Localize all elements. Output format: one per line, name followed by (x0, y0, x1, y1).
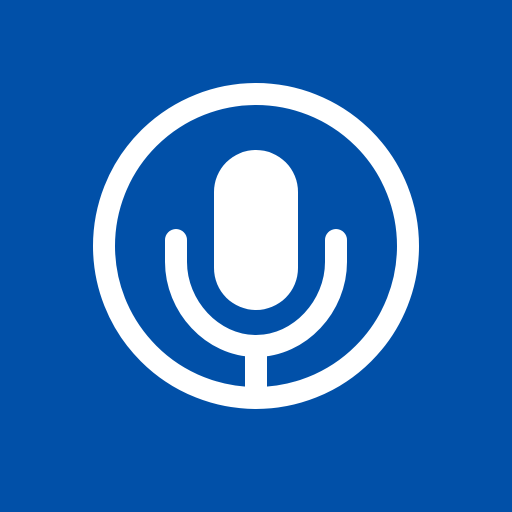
app-icon[interactable] (0, 0, 512, 512)
microphone-capsule (214, 150, 298, 310)
microphone-app-icon-graphic (0, 0, 512, 512)
microphone-stand (245, 346, 267, 398)
